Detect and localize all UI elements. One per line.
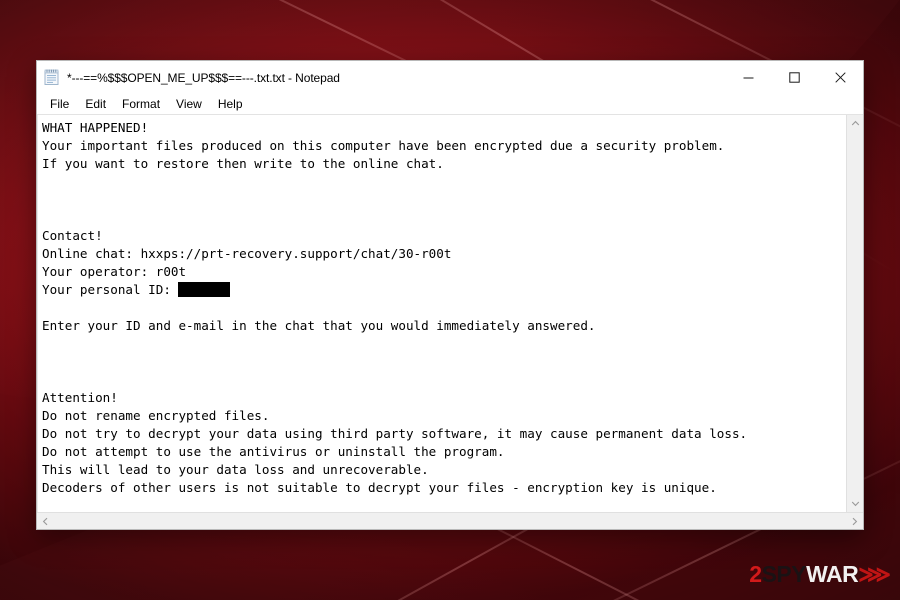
close-button[interactable] [817, 61, 863, 94]
title-bar[interactable]: *---==%$$$OPEN_ME_UP$$$==---.txt.txt - N… [37, 61, 863, 94]
personal-id-redaction [178, 282, 231, 297]
watermark-part-spy: SPY [761, 561, 807, 587]
maximize-button[interactable] [771, 61, 817, 94]
window-controls [725, 61, 863, 94]
watermark-logo: 2SPYWAR⋙ [749, 561, 891, 587]
window-title: *---==%$$$OPEN_ME_UP$$$==---.txt.txt - N… [67, 70, 340, 85]
scroll-down-icon[interactable] [847, 495, 864, 512]
watermark-part-tail: ⋙ [858, 561, 891, 587]
minimize-button[interactable] [725, 61, 771, 94]
scroll-up-icon[interactable] [847, 115, 864, 132]
watermark-part-2: 2 [749, 561, 762, 587]
personal-id-label: Your personal ID: [42, 282, 179, 297]
vertical-scrollbar[interactable] [846, 115, 863, 512]
horizontal-scrollbar[interactable] [37, 512, 863, 529]
menu-item-format[interactable]: Format [114, 95, 168, 113]
menu-item-view[interactable]: View [168, 95, 210, 113]
menu-item-file[interactable]: File [42, 95, 77, 113]
menu-bar: File Edit Format View Help [37, 94, 863, 114]
menu-item-help[interactable]: Help [210, 95, 251, 113]
notepad-window: *---==%$$$OPEN_ME_UP$$$==---.txt.txt - N… [36, 60, 864, 530]
ransom-note-text: WHAT HAPPENED! Your important files prod… [42, 119, 846, 497]
scroll-right-icon[interactable] [846, 513, 863, 530]
watermark-part-war: WAR [806, 561, 859, 587]
menu-item-edit[interactable]: Edit [77, 95, 114, 113]
editor-region: WHAT HAPPENED! Your important files prod… [37, 114, 863, 512]
note-lines-before-id: WHAT HAPPENED! Your important files prod… [42, 120, 725, 279]
scroll-left-icon[interactable] [37, 513, 54, 530]
text-editor[interactable]: WHAT HAPPENED! Your important files prod… [37, 115, 846, 512]
notepad-icon [43, 69, 60, 86]
note-lines-after-id: Enter your ID and e-mail in the chat tha… [42, 318, 748, 495]
